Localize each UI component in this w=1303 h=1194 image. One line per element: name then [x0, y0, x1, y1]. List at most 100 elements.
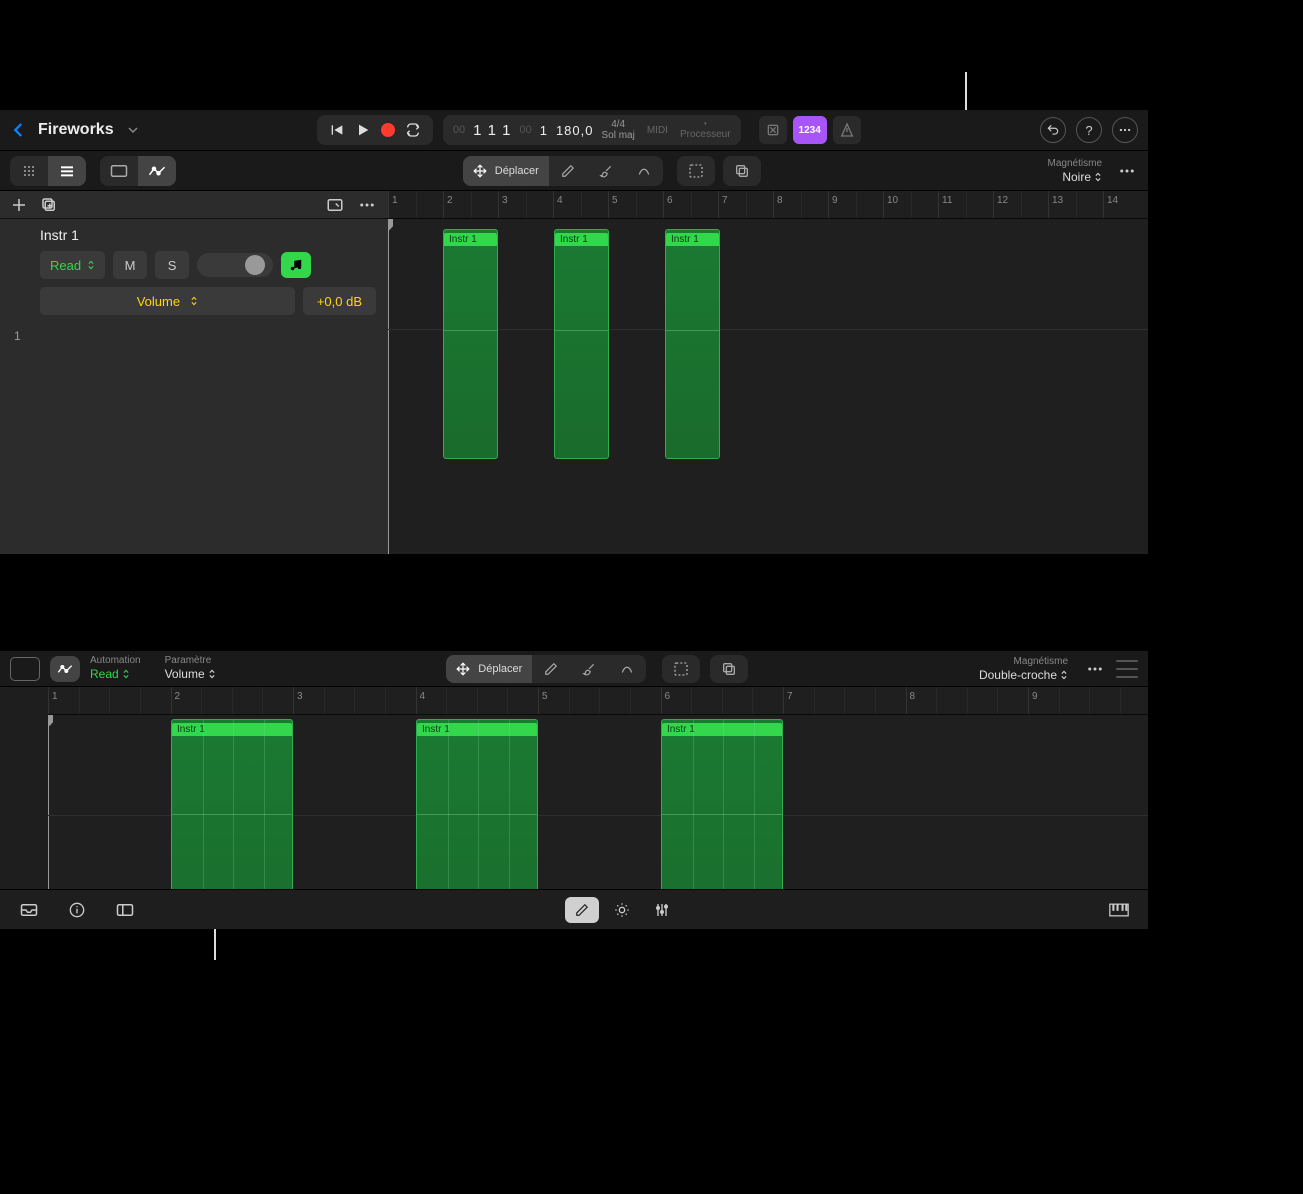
countin-button[interactable]: [759, 116, 787, 144]
track-header[interactable]: 1 Instr 1 Read M S: [0, 219, 388, 325]
list-view-button[interactable]: [48, 156, 86, 186]
move-tool-button-b[interactable]: Déplacer: [446, 655, 532, 683]
automation-more-button[interactable]: [1084, 658, 1106, 680]
toolbar-more-button[interactable]: [1116, 160, 1138, 182]
copy-tool-button[interactable]: [723, 156, 761, 186]
ruler-tick: [526, 191, 530, 218]
brush-tool-button-b[interactable]: [570, 655, 608, 683]
pane-divider-gap: [0, 554, 1148, 650]
track-view-button[interactable]: [326, 196, 344, 214]
timeline-top[interactable]: 1234567891011121314 Instr 1 Instr 1 Instr …: [388, 191, 1148, 554]
parameter-db-value[interactable]: +0,0 dB: [303, 287, 376, 315]
region[interactable]: Instr 1: [661, 719, 783, 889]
lcd-tempo: 180,0: [556, 123, 594, 138]
region[interactable]: Instr 1: [665, 229, 720, 459]
edit-mode-button[interactable]: [565, 897, 599, 923]
panel-icon[interactable]: [108, 897, 142, 923]
ruler-tick: 3: [498, 191, 508, 218]
add-track-button[interactable]: [10, 196, 28, 214]
ruler-tick: [416, 191, 420, 218]
snap-top-value: Noire: [1062, 170, 1091, 184]
pan-slider[interactable]: [197, 253, 273, 277]
pencil-tool-button-b[interactable]: [532, 655, 570, 683]
marquee-tool-button[interactable]: [677, 156, 715, 186]
duplicate-track-button[interactable]: [40, 196, 58, 214]
info-icon[interactable]: [60, 897, 94, 923]
region-label: Instr 1: [555, 233, 608, 246]
piano-icon[interactable]: [1102, 897, 1136, 923]
tuner-button[interactable]: [833, 116, 861, 144]
mixer-icon[interactable]: [645, 897, 679, 923]
main-area: 1 Instr 1 Read M S: [0, 190, 1148, 929]
lcd-midi-label: MIDI: [647, 125, 668, 136]
project-name[interactable]: Fireworks: [38, 121, 114, 139]
lcd-key: Sol maj: [601, 130, 634, 141]
rewind-button[interactable]: [329, 122, 345, 138]
track-name: Instr 1: [40, 227, 376, 243]
ruler-tick: [691, 191, 695, 218]
help-button[interactable]: ?: [1076, 117, 1102, 143]
automation-mode-value: Read: [50, 258, 81, 273]
region[interactable]: Instr 1: [443, 229, 498, 459]
track-more-button[interactable]: [356, 194, 378, 216]
region-label: Instr 1: [417, 723, 537, 736]
automation-curve-view-button[interactable]: [50, 656, 80, 682]
grid-view-button[interactable]: [10, 156, 48, 186]
brush-tool-button[interactable]: [587, 156, 625, 186]
automation-mode-select[interactable]: Read: [40, 251, 105, 279]
ruler-tick: 4: [416, 687, 426, 714]
parameter-select[interactable]: Volume: [40, 287, 295, 315]
region[interactable]: Instr 1: [171, 719, 293, 889]
instrument-icon[interactable]: [281, 252, 311, 278]
timeline-bottom[interactable]: 123456789 Instr 1Instr 1Instr 1: [48, 687, 1148, 889]
metronome-button[interactable]: 1234: [793, 116, 827, 144]
curve-tool-button-b[interactable]: [608, 655, 646, 683]
ruler-tick: [966, 191, 970, 218]
record-button[interactable]: [381, 123, 395, 137]
automation-region-toggle[interactable]: [10, 657, 40, 681]
snap-top-control[interactable]: Magnétisme Noire: [1048, 158, 1102, 184]
curve-tool-button[interactable]: [625, 156, 663, 186]
ruler-tick: [856, 191, 860, 218]
playhead[interactable]: [388, 219, 389, 554]
ruler-top[interactable]: 1234567891011121314: [388, 191, 1148, 219]
ruler-tick: 7: [718, 191, 728, 218]
lcd-display[interactable]: 00 1 1 1 00 1 180,0 4/4 Sol maj MIDI • P…: [443, 115, 741, 145]
automation-param-control[interactable]: Paramètre Volume: [165, 655, 216, 681]
ruler-tick: 2: [171, 687, 181, 714]
play-button[interactable]: [355, 122, 371, 138]
ruler-tick: 3: [293, 687, 303, 714]
pan-slider-thumb[interactable]: [245, 255, 265, 275]
move-tool-button[interactable]: Déplacer: [463, 156, 549, 186]
mute-button[interactable]: M: [113, 251, 147, 279]
region-label: Instr 1: [662, 723, 782, 736]
region-view-button[interactable]: [100, 156, 138, 186]
automation-gutter: [0, 687, 48, 889]
back-button[interactable]: [10, 121, 28, 139]
ruler-tick: 1: [48, 687, 58, 714]
snap-bottom-control[interactable]: Magnétisme Double-croche: [979, 656, 1068, 682]
region[interactable]: Instr 1: [416, 719, 538, 889]
marquee-tool-button-b[interactable]: [662, 655, 700, 683]
automation-view-button[interactable]: [138, 156, 176, 186]
pencil-tool-button[interactable]: [549, 156, 587, 186]
inbox-icon[interactable]: [12, 897, 46, 923]
copy-tool-button-b[interactable]: [710, 655, 748, 683]
project-menu-caret[interactable]: [128, 125, 138, 135]
automation-mode-control[interactable]: Automation Read: [90, 655, 141, 681]
solo-button[interactable]: S: [155, 251, 189, 279]
snap-bottom-label: Magnétisme: [979, 656, 1068, 667]
region[interactable]: Instr 1: [554, 229, 609, 459]
cycle-button[interactable]: [405, 122, 421, 138]
track-list-toolbar: [0, 191, 388, 219]
settings-icon[interactable]: [605, 897, 639, 923]
automation-pane: 123456789 Instr 1Instr 1Instr 1: [0, 686, 1148, 889]
pane-resize-grip[interactable]: [1116, 660, 1138, 678]
more-header-button[interactable]: [1112, 117, 1138, 143]
ruler-tick: [581, 191, 585, 218]
undo-button[interactable]: [1040, 117, 1066, 143]
playhead-bottom[interactable]: [48, 715, 49, 889]
tracks-pane: 1 Instr 1 Read M S: [0, 190, 1148, 554]
ruler-bottom[interactable]: 123456789: [48, 687, 1148, 715]
ruler-tick: 6: [661, 687, 671, 714]
